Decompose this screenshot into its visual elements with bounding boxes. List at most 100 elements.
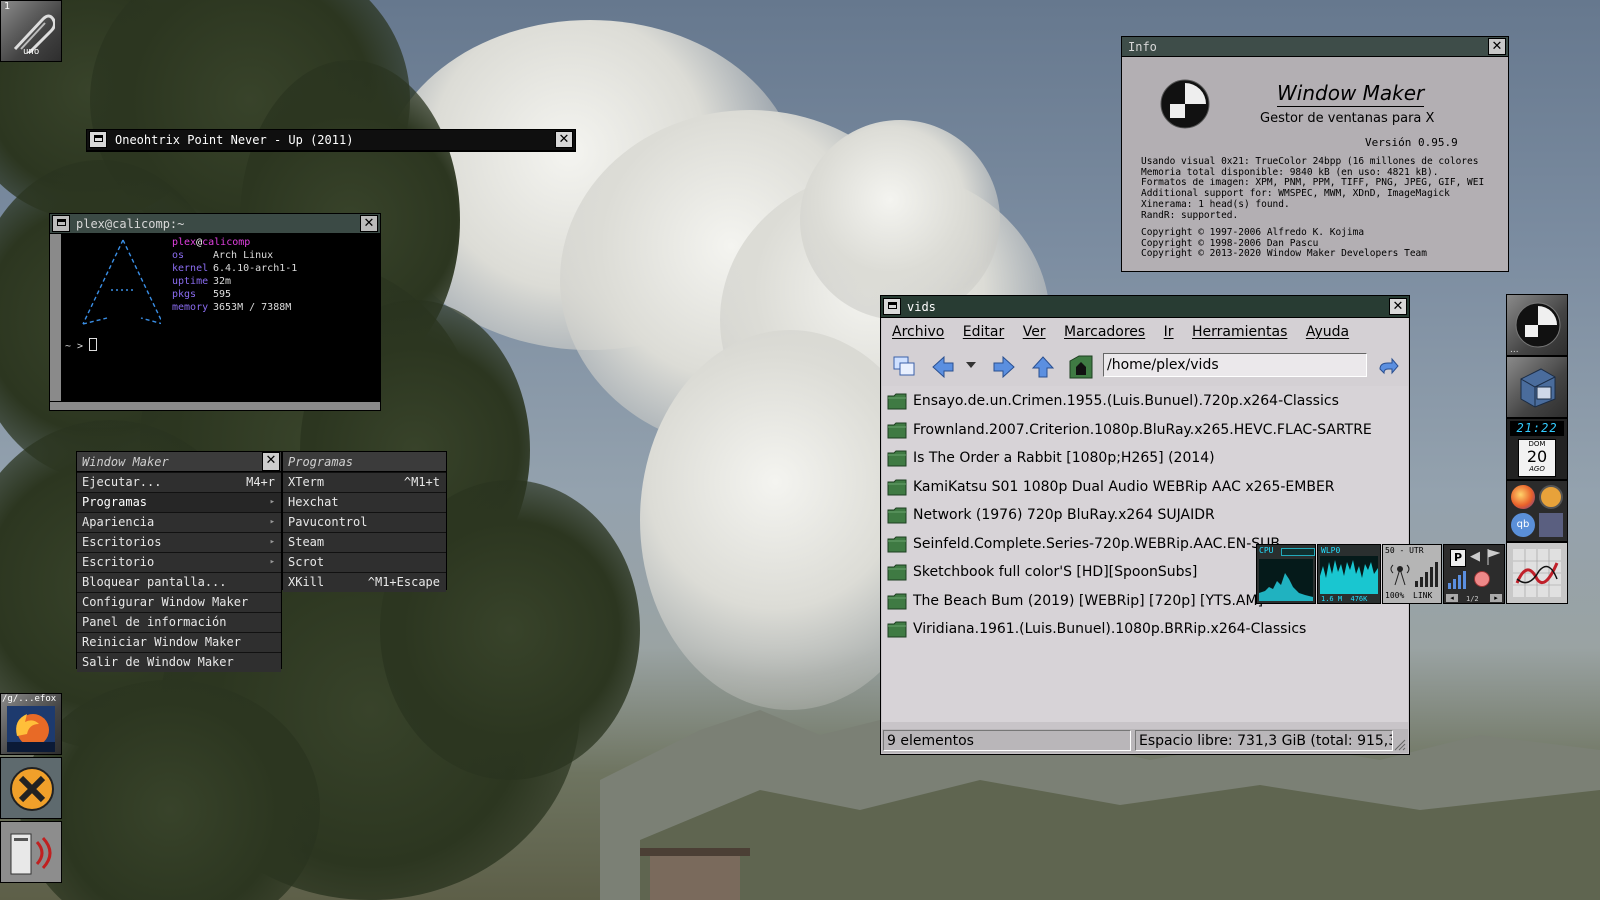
menu-editar[interactable]: Editar xyxy=(963,324,1004,340)
menu-item-xterm[interactable]: XTerm ^M1+t xyxy=(283,473,446,492)
menu-item-steam[interactable]: Steam xyxy=(283,533,446,552)
menu-item-salir[interactable]: Salir de Window Maker xyxy=(77,653,281,672)
folder-icon xyxy=(887,536,907,552)
terminal-scrollbar[interactable] xyxy=(50,234,61,402)
terminal-resizebar[interactable] xyxy=(50,401,380,410)
file-name: Frownland.2007.Criterion.1080p.BluRay.x2… xyxy=(913,421,1372,438)
terminal-titlebar[interactable]: plex@calicomp:~ ✕ xyxy=(50,214,380,234)
menu-item-label: XTerm xyxy=(288,475,325,489)
programs-menu-title[interactable]: Programas xyxy=(283,452,446,472)
dockapp-wifi[interactable]: WLP0 1.6 M 476K xyxy=(1317,544,1381,604)
list-item[interactable]: Ensayo.de.un.Crimen.1955.(Luis.Bunuel).7… xyxy=(882,387,1408,416)
menu-item-apariencia[interactable]: Apariencia ▸ xyxy=(77,513,281,532)
menu-item-hexchat[interactable]: Hexchat xyxy=(283,493,446,512)
dockapp-cpu[interactable]: CPU xyxy=(1256,544,1316,604)
pager-next-button[interactable]: ▸ xyxy=(1490,594,1502,602)
menu-herramientas[interactable]: Herramientas xyxy=(1192,324,1287,340)
menu-item-scrot[interactable]: Scrot xyxy=(283,553,446,572)
folder-icon xyxy=(887,393,907,410)
xchat-icon[interactable] xyxy=(1539,485,1563,509)
list-item[interactable]: Frownland.2007.Criterion.1080p.BluRay.x2… xyxy=(882,416,1408,445)
wifi-stats: 1.6 M 476K xyxy=(1321,595,1368,603)
dock-monitor-tile[interactable] xyxy=(1506,542,1568,604)
new-window-icon[interactable] xyxy=(892,355,916,379)
miniaturize-button[interactable] xyxy=(883,298,901,315)
fetch-key: os xyxy=(172,250,185,261)
forward-icon[interactable] xyxy=(992,355,1016,379)
terminal-content[interactable]: plex@calicomp os Arch Linux kernel 6.4.10-… xyxy=(61,234,380,402)
menu-item-escritorios[interactable]: Escritorios ▸ xyxy=(77,533,281,552)
miniaturize-button[interactable] xyxy=(52,215,70,232)
menu-item-bloquear[interactable]: Bloquear pantalla... xyxy=(77,573,281,592)
menu-item-panel-info[interactable]: Panel de información xyxy=(77,613,281,632)
dock-window-maker-tile[interactable]: ... xyxy=(1506,294,1568,356)
toolbar: /home/plex/vids xyxy=(882,346,1408,386)
menu-item-xkill[interactable]: XKill ^M1+Escape xyxy=(283,573,446,592)
fetch-value: 6.4.10-arch1-1 xyxy=(213,263,298,274)
dock-wmprefs-tile[interactable] xyxy=(1506,356,1568,418)
programs-menu-title-text: Programas xyxy=(288,455,354,469)
close-button[interactable]: ✕ xyxy=(1488,38,1506,55)
menu-item-pavucontrol[interactable]: Pavucontrol xyxy=(283,513,446,532)
firefox-icon[interactable] xyxy=(1511,485,1535,509)
menu-ayuda[interactable]: Ayuda xyxy=(1306,324,1349,340)
root-menu-title[interactable]: Window Maker ✕ xyxy=(77,452,281,472)
dock-launchers-tile[interactable]: qb xyxy=(1506,480,1568,542)
workspace-clip[interactable]: 1 uno xyxy=(0,0,62,62)
close-button[interactable]: ✕ xyxy=(360,215,378,232)
fetch-key: pkgs xyxy=(172,289,197,300)
file-manager-titlebar[interactable]: vids ✕ xyxy=(881,296,1409,318)
menu-item-ejecutar[interactable]: Ejecutar... M4+r xyxy=(77,473,281,492)
list-item[interactable]: Network (1976) 720p BluRay.x264 SUJAIDR xyxy=(882,501,1408,530)
list-item[interactable]: Is The Order a Rabbit [1080p;H265] (2014… xyxy=(882,444,1408,473)
qbittorrent-icon[interactable]: qb xyxy=(1511,513,1535,537)
file-name: Network (1976) 720p BluRay.x264 SUJAIDR xyxy=(913,507,1215,523)
music-window[interactable]: Oneohtrix Point Never - Up (2011) ✕ xyxy=(86,129,576,152)
menu-item-label: Scrot xyxy=(288,555,325,569)
list-item[interactable]: KamiKatsu S01 1080p Dual Audio WEBRip AA… xyxy=(882,473,1408,502)
resize-grip-icon[interactable] xyxy=(1394,739,1406,751)
menu-item-label: Panel de información xyxy=(82,615,227,629)
menu-item-configurar[interactable]: Configurar Window Maker xyxy=(77,593,281,612)
menu-ver[interactable]: Ver xyxy=(1023,324,1046,340)
menu-item-reiniciar[interactable]: Reiniciar Window Maker xyxy=(77,633,281,652)
pager-prev-button[interactable]: ◂ xyxy=(1446,594,1458,602)
up-icon[interactable] xyxy=(1031,355,1055,379)
list-item[interactable]: Viridiana.1961.(Luis.Bunuel).1080p.BRRip… xyxy=(882,615,1408,644)
cpu-meter xyxy=(1281,548,1315,556)
menu-item-escritorio[interactable]: Escritorio ▸ xyxy=(77,553,281,572)
dock-xorg-tile[interactable] xyxy=(0,757,62,819)
music-window-titlebar[interactable]: Oneohtrix Point Never - Up (2011) ✕ xyxy=(87,130,575,151)
dock-clock-tile[interactable]: 21:22 DOM 20 AGO xyxy=(1506,418,1568,480)
info-subtitle: Gestor de ventanas para X xyxy=(1260,111,1435,126)
dockapp-pager[interactable]: P ◀ ◂ 1/2 ▸ xyxy=(1443,544,1505,604)
info-panel-window[interactable]: Info ✕ Window Maker Gestor de ventanas p… xyxy=(1121,36,1509,272)
back-history-dropdown-icon[interactable] xyxy=(966,362,976,370)
terminal-prompt: ~ > xyxy=(65,341,84,352)
dock-terminal-tile[interactable] xyxy=(0,821,62,883)
pager-p-icon: P xyxy=(1450,549,1466,567)
menu-ir[interactable]: Ir xyxy=(1164,324,1174,340)
root-menu: Window Maker ✕ Ejecutar... M4+r Programas… xyxy=(76,451,282,672)
go-icon[interactable] xyxy=(1376,355,1400,379)
close-button[interactable]: ✕ xyxy=(1389,298,1407,315)
info-detail-line: Xinerama: 1 head(s) found. xyxy=(1141,198,1290,210)
home-icon[interactable] xyxy=(1067,353,1095,381)
terminal-window[interactable]: plex@calicomp:~ ✕ plex@calicomp os Arch L… xyxy=(49,213,381,411)
menu-item-label: Reiniciar Window Maker xyxy=(82,635,241,649)
menu-item-programas[interactable]: Programas ▸ xyxy=(77,493,281,512)
close-button[interactable]: ✕ xyxy=(555,131,573,148)
back-icon[interactable] xyxy=(931,355,955,379)
desktop: 1 uno Oneohtrix Point Never - Up (2011) … xyxy=(0,0,1600,900)
dock-firefox-tile[interactable]: /g/...efox xyxy=(0,693,62,755)
location-input[interactable]: /home/plex/vids xyxy=(1103,353,1367,377)
close-menu-button[interactable]: ✕ xyxy=(262,452,280,471)
file-manager-window[interactable]: vids ✕ Archivo Editar Ver Marcadores Ir … xyxy=(880,295,1410,755)
dockapp-link[interactable]: 50 - UTR 100% LINK xyxy=(1382,544,1442,604)
miniaturize-button[interactable] xyxy=(89,131,107,148)
menu-marcadores[interactable]: Marcadores xyxy=(1064,324,1145,340)
file-name: KamiKatsu S01 1080p Dual Audio WEBRip AA… xyxy=(913,478,1335,495)
menu-archivo[interactable]: Archivo xyxy=(892,324,944,340)
info-panel-titlebar[interactable]: Info ✕ xyxy=(1122,37,1508,57)
fetch-row: uptime 32m xyxy=(172,275,297,288)
